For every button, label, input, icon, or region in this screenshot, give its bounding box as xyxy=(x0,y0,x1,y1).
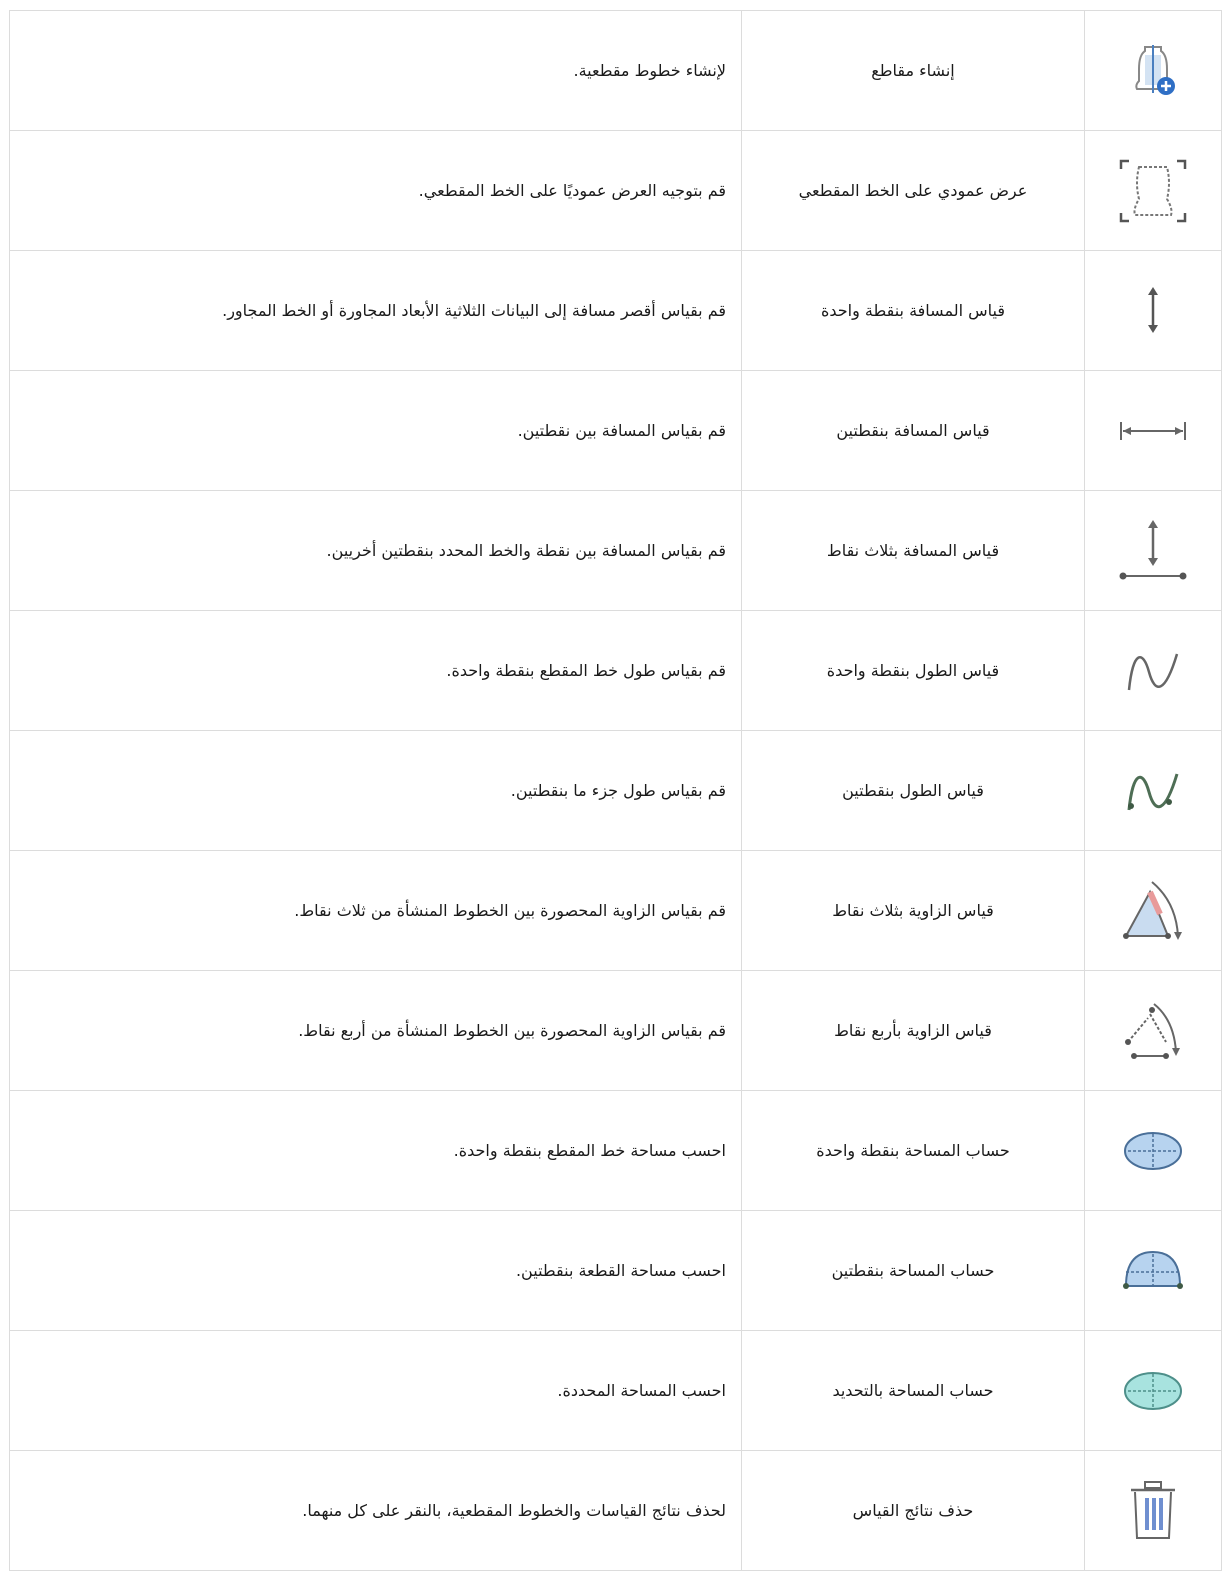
tool-description: احسب المساحة المحددة. xyxy=(9,1330,742,1451)
one-point-area-icon xyxy=(1124,1131,1182,1170)
tool-description: احسب مساحة خط المقطع بنقطة واحدة. xyxy=(9,1090,742,1211)
table-row: قياس الطول بنقطتين قم بقياس طول جزء ما ب… xyxy=(9,730,1222,851)
tool-name: حساب المساحة بنقطتين xyxy=(741,1210,1085,1331)
tools-table: إنشاء مقاطع لإنشاء خطوط مقطعية. عرض عمود… xyxy=(9,10,1222,1571)
icon-cell xyxy=(1084,370,1222,491)
three-point-angle-icon xyxy=(1123,880,1182,940)
tool-name: قياس الطول بنقطتين xyxy=(741,730,1085,851)
tool-name: حساب المساحة بنقطة واحدة xyxy=(741,1090,1085,1211)
tool-description: قم بقياس الزاوية المحصورة بين الخطوط الم… xyxy=(9,850,742,971)
tool-name: حذف نتائج القياس xyxy=(741,1450,1085,1571)
selection-area-icon xyxy=(1124,1371,1182,1410)
icon-cell xyxy=(1084,610,1222,731)
one-point-distance-icon xyxy=(1148,286,1158,333)
tool-description: قم بقياس المسافة بين نقطة والخط المحدد ب… xyxy=(9,490,742,611)
tool-name: قياس المسافة بنقطتين xyxy=(741,370,1085,491)
table-row: حساب المساحة بنقطتين احسب مساحة القطعة ب… xyxy=(9,1210,1222,1331)
three-point-distance-icon xyxy=(1119,519,1187,579)
icon-cell xyxy=(1084,490,1222,611)
table-row: قياس الطول بنقطة واحدة قم بقياس طول خط ا… xyxy=(9,610,1222,731)
icon-cell xyxy=(1084,970,1222,1091)
tool-name: قياس المسافة بنقطة واحدة xyxy=(741,250,1085,371)
tool-description: قم بقياس طول جزء ما بنقطتين. xyxy=(9,730,742,851)
icon-cell xyxy=(1084,1090,1222,1211)
tool-description: قم بقياس أقصر مسافة إلى البيانات الثلاثي… xyxy=(9,250,742,371)
tool-description: لإنشاء خطوط مقطعية. xyxy=(9,10,742,131)
icon-cell xyxy=(1084,1330,1222,1451)
tool-name: قياس الزاوية بثلاث نقاط xyxy=(741,850,1085,971)
perpendicular-view-icon xyxy=(1119,159,1187,222)
tool-description: احسب مساحة القطعة بنقطتين. xyxy=(9,1210,742,1331)
table-row: قياس الزاوية بثلاث نقاط قم بقياس الزاوية… xyxy=(9,850,1222,971)
four-point-angle-icon xyxy=(1125,1002,1180,1059)
table-row: حساب المساحة بنقطة واحدة احسب مساحة خط ا… xyxy=(9,1090,1222,1211)
table-row: قياس المسافة بثلاث نقاط قم بقياس المسافة… xyxy=(9,490,1222,611)
table-row: عرض عمودي على الخط المقطعي قم بتوجيه الع… xyxy=(9,130,1222,251)
tool-name: قياس المسافة بثلاث نقاط xyxy=(741,490,1085,611)
two-point-length-icon xyxy=(1127,773,1179,810)
icon-cell xyxy=(1084,1210,1222,1331)
delete-measurements-icon xyxy=(1131,1480,1175,1539)
tool-name: حساب المساحة بالتحديد xyxy=(741,1330,1085,1451)
two-point-area-icon xyxy=(1123,1250,1183,1289)
icon-cell xyxy=(1084,10,1222,131)
tool-description: قم بتوجيه العرض عموديًا على الخط المقطعي… xyxy=(9,130,742,251)
tool-description: لحذف نتائج القياسات والخطوط المقطعية، با… xyxy=(9,1450,742,1571)
tool-name: عرض عمودي على الخط المقطعي xyxy=(741,130,1085,251)
icon-cell xyxy=(1084,130,1222,251)
tool-name: إنشاء مقاطع xyxy=(741,10,1085,131)
icon-cell xyxy=(1084,730,1222,851)
table-row: قياس المسافة بنقطة واحدة قم بقياس أقصر م… xyxy=(9,250,1222,371)
table-row: حساب المساحة بالتحديد احسب المساحة المحد… xyxy=(9,1330,1222,1451)
table-row: قياس الزاوية بأربع نقاط قم بقياس الزاوية… xyxy=(9,970,1222,1091)
create-section-icon xyxy=(1135,44,1175,95)
table-row: إنشاء مقاطع لإنشاء خطوط مقطعية. xyxy=(9,10,1222,131)
tool-description: قم بقياس طول خط المقطع بنقطة واحدة. xyxy=(9,610,742,731)
table-row: حذف نتائج القياس لحذف نتائج القياسات وال… xyxy=(9,1450,1222,1571)
tool-description: قم بقياس الزاوية المحصورة بين الخطوط الم… xyxy=(9,970,742,1091)
icon-cell xyxy=(1084,1450,1222,1571)
one-point-length-icon xyxy=(1127,653,1179,690)
tool-name: قياس الزاوية بأربع نقاط xyxy=(741,970,1085,1091)
tool-description: قم بقياس المسافة بين نقطتين. xyxy=(9,370,742,491)
tool-name: قياس الطول بنقطة واحدة xyxy=(741,610,1085,731)
icon-cell xyxy=(1084,850,1222,971)
icon-cell xyxy=(1084,250,1222,371)
two-point-distance-icon xyxy=(1120,421,1186,440)
table-row: قياس المسافة بنقطتين قم بقياس المسافة بي… xyxy=(9,370,1222,491)
